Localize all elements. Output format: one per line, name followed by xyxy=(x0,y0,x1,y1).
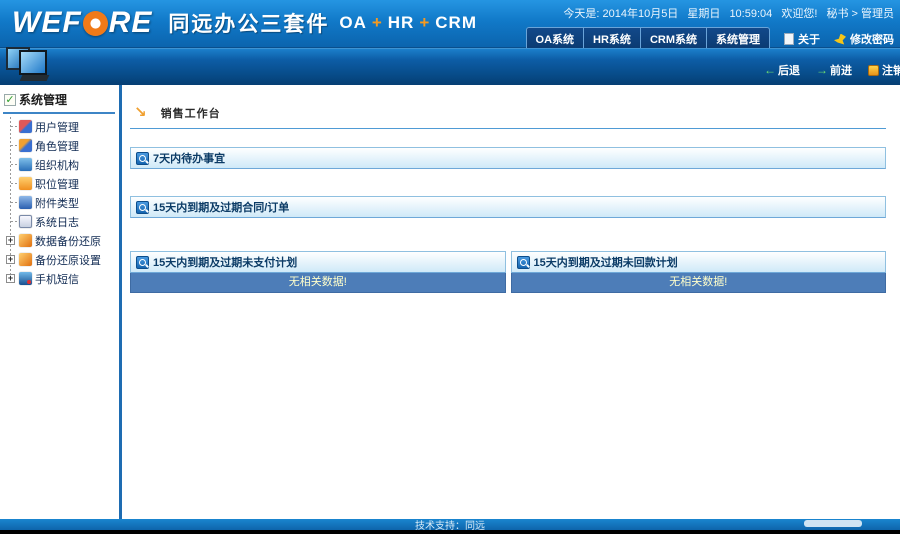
workbench-arrow-icon: ↘ xyxy=(134,104,147,121)
panel-title: 15天内到期及过期合同/订单 xyxy=(153,202,290,214)
logout-button[interactable]: 注销 xyxy=(868,62,900,78)
monitor-icon xyxy=(6,46,56,85)
forward-button[interactable]: → 前进 xyxy=(816,62,852,78)
panel-title: 7天内待办事宜 xyxy=(153,153,226,165)
expand-icon[interactable]: + xyxy=(6,236,15,245)
wefore-logo: WEF RE 同远办公三套件 OA + HR + CRM xyxy=(12,6,477,40)
workbench-title: 销售工作台 xyxy=(160,108,221,120)
product-title: 同远办公三套件 xyxy=(168,13,330,36)
back-button[interactable]: ← 后退 xyxy=(764,62,800,78)
footer: 技术支持：同远 xyxy=(0,519,900,530)
sidebar-root-system-admin[interactable]: ✓ 系统管理 xyxy=(3,89,115,114)
sidebar-item-organization[interactable]: 组织机构 xyxy=(3,155,119,174)
users-icon xyxy=(19,120,32,133)
sidebar-item-position-management[interactable]: 职位管理 xyxy=(3,174,119,193)
workbench-header: ↘ 销售工作台 xyxy=(130,105,886,129)
support-text: 技术支持：同远 xyxy=(415,521,485,530)
panel-unpaid-plans-15days: 15天内到期及过期未支付计划 无相关数据! xyxy=(130,251,506,293)
no-data-message: 无相关数据! xyxy=(510,273,886,293)
back-label: 后退 xyxy=(778,65,800,77)
panel-title: 15天内到期及过期未支付计划 xyxy=(153,257,298,269)
sms-icon xyxy=(19,272,32,285)
search-icon xyxy=(136,255,149,269)
sidebar-item-system-log[interactable]: 系统日志 xyxy=(3,212,119,231)
panel-header[interactable]: 15天内到期及过期合同/订单 xyxy=(130,196,886,218)
panel-title: 15天内到期及过期未回款计划 xyxy=(533,257,678,269)
sidebar-tree: 用户管理 角色管理 组织机构 职位管理 附件类型 系统日志 + 数据备份还原 +… xyxy=(3,117,119,288)
app-window: WEF RE 同远办公三套件 OA + HR + CRM 今天是: 2014年10月5日 … xyxy=(0,0,900,534)
change-password-link[interactable]: 修改密码 xyxy=(834,31,894,47)
log-icon xyxy=(19,215,32,228)
about-label: 关于 xyxy=(798,34,820,46)
page-body: ✓ 系统管理 用户管理 角色管理 组织机构 职位管理 附件类型 系统日志 + 数… xyxy=(0,85,900,519)
sidebar-item-user-management[interactable]: 用户管理 xyxy=(3,117,119,136)
sidebar-item-attachment-type[interactable]: 附件类型 xyxy=(3,193,119,212)
change-password-icon xyxy=(834,33,846,45)
expand-icon[interactable]: + xyxy=(6,255,15,264)
backup-settings-icon xyxy=(19,253,32,266)
brand-text-pre: WEF xyxy=(12,6,82,39)
module-hr: HR xyxy=(387,13,415,32)
checkbox-check-icon: ✓ xyxy=(4,93,16,106)
panel-header[interactable]: 15天内到期及过期未回款计划 xyxy=(510,251,886,273)
logout-label: 注销 xyxy=(882,65,900,77)
horizontal-scrollbar[interactable] xyxy=(804,520,862,527)
header: WEF RE 同远办公三套件 OA + HR + CRM 今天是: 2014年10月5日 … xyxy=(0,0,900,51)
forward-label: 前进 xyxy=(830,65,852,77)
expand-icon[interactable]: + xyxy=(6,274,15,283)
backup-icon xyxy=(19,234,32,247)
plus-separator-icon: + xyxy=(419,13,431,32)
today-date: 今天是: 2014年10月5日 xyxy=(563,8,679,20)
logout-icon xyxy=(868,64,879,76)
role-icon xyxy=(19,139,32,152)
toolbar-nav-group: ← 后退 → 前进 注销 xyxy=(748,62,900,78)
panel-header[interactable]: 15天内到期及过期未支付计划 xyxy=(130,251,506,273)
bottom-edge xyxy=(0,530,900,534)
no-data-message: 无相关数据! xyxy=(130,273,506,293)
forward-arrow-icon: → xyxy=(816,63,828,77)
brand-o-icon xyxy=(82,10,108,36)
panel-uncollected-plans-15days: 15天内到期及过期未回款计划 无相关数据! xyxy=(510,251,886,293)
sidebar-item-role-management[interactable]: 角色管理 xyxy=(3,136,119,155)
about-link[interactable]: 关于 xyxy=(784,31,820,47)
greeting: 欢迎您! xyxy=(781,8,818,20)
toolbar: ← 后退 → 前进 注销 xyxy=(0,48,900,85)
sidebar-item-backup-restore-settings[interactable]: + 备份还原设置 xyxy=(3,250,119,269)
search-icon xyxy=(136,151,149,165)
search-icon xyxy=(136,200,149,214)
panel-header[interactable]: 7天内待办事宜 xyxy=(130,147,886,169)
user-path: 秘书 > 管理员 xyxy=(826,8,894,20)
module-oa: OA xyxy=(339,13,367,32)
brand-text-post: RE xyxy=(108,6,153,39)
sidebar-root-label: 系统管理 xyxy=(19,93,68,107)
header-right: 今天是: 2014年10月5日 星期日 10:59:04 欢迎您! 秘书 > 管… xyxy=(525,5,894,51)
back-arrow-icon: ← xyxy=(764,63,776,77)
weekday: 星期日 xyxy=(687,8,721,20)
sidebar-item-mobile-sms[interactable]: + 手机短信 xyxy=(3,269,119,288)
sidebar: ✓ 系统管理 用户管理 角色管理 组织机构 职位管理 附件类型 系统日志 + 数… xyxy=(0,85,119,519)
main-content: ↘ 销售工作台 7天内待办事宜 15天内到期及过期合同/订单 15天内到期及过期… xyxy=(122,85,900,519)
about-icon xyxy=(784,33,794,45)
panel-todo-7days: 7天内待办事宜 xyxy=(130,147,886,169)
clock-time: 10:59:04 xyxy=(729,8,773,20)
plus-separator-icon: + xyxy=(371,13,383,32)
panel-contracts-orders-15days: 15天内到期及过期合同/订单 xyxy=(130,196,886,218)
position-icon xyxy=(19,177,32,190)
search-icon xyxy=(516,255,530,269)
welcome-line: 今天是: 2014年10月5日 星期日 10:59:04 欢迎您! 秘书 > 管… xyxy=(526,5,894,21)
module-crm: CRM xyxy=(435,13,477,32)
attachment-icon xyxy=(19,196,32,209)
change-password-label: 修改密码 xyxy=(850,34,894,46)
org-icon xyxy=(19,158,32,171)
module-list: OA + HR + CRM xyxy=(339,13,477,33)
panel-row: 15天内到期及过期未支付计划 无相关数据! 15天内到期及过期未回款计划 无相关… xyxy=(130,251,886,293)
sidebar-item-data-backup-restore[interactable]: + 数据备份还原 xyxy=(3,231,119,250)
